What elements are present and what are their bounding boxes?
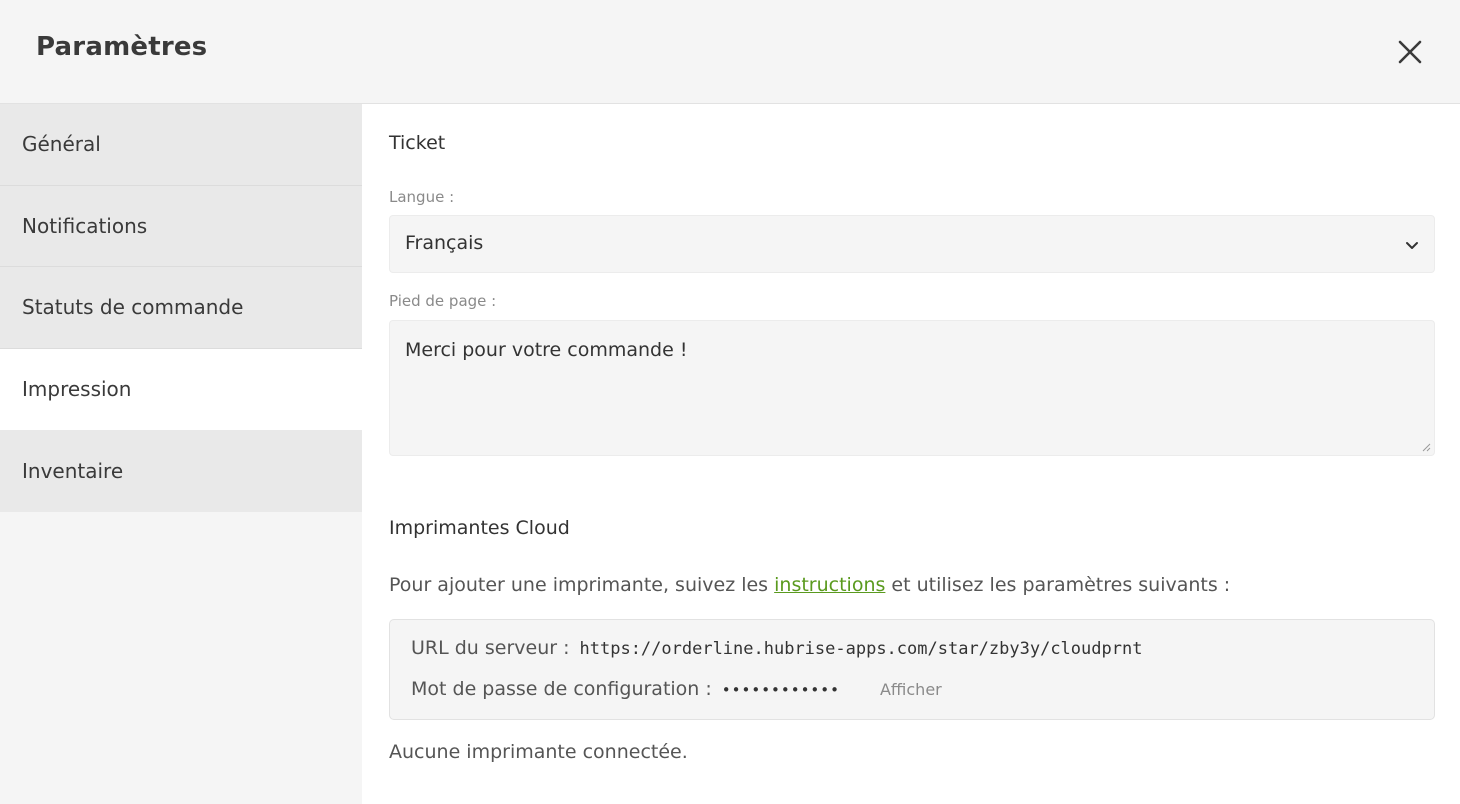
server-url-label: URL du serveur : — [411, 637, 570, 659]
sidebar-item-inventory[interactable]: Inventaire — [0, 430, 362, 512]
sidebar-item-general[interactable]: Général — [0, 104, 362, 186]
password-value: •••••••••••• — [721, 681, 840, 699]
instructions-text-before: Pour ajouter une imprimante, suivez les — [389, 574, 775, 596]
page-title: Paramètres — [36, 32, 208, 62]
printer-status-text: Aucune imprimante connectée. — [389, 741, 688, 763]
language-select[interactable]: Français — [389, 215, 1435, 273]
settings-sidebar: Général Notifications Statuts de command… — [0, 104, 362, 804]
sidebar-item-printing[interactable]: Impression — [0, 348, 362, 430]
sidebar-item-order-statuses[interactable]: Statuts de commande — [0, 267, 362, 349]
settings-header: Paramètres — [0, 0, 1460, 104]
cloud-instructions-text: Pour ajouter une imprimante, suivez les … — [389, 574, 1230, 596]
settings-content: Ticket Langue : Français Pied de page : … — [362, 104, 1460, 804]
resize-grip-icon[interactable] — [1421, 442, 1431, 452]
close-button[interactable] — [1388, 30, 1432, 74]
chevron-down-icon — [1406, 242, 1418, 249]
language-label: Langue : — [389, 188, 455, 206]
ticket-section-title: Ticket — [389, 132, 446, 154]
close-icon — [1398, 40, 1422, 64]
instructions-text-after: et utilisez les paramètres suivants : — [885, 574, 1231, 596]
show-password-button[interactable]: Afficher — [880, 680, 942, 699]
cloud-config-box: URL du serveur : https://orderline.hubri… — [389, 619, 1435, 720]
server-url-value: https://orderline.hubrise-apps.com/star/… — [579, 639, 1143, 659]
password-row: Mot de passe de configuration : ••••••••… — [411, 678, 942, 700]
instructions-link[interactable]: instructions — [774, 574, 885, 596]
footer-textarea-value: Merci pour votre commande ! — [405, 339, 688, 361]
language-select-value: Français — [405, 232, 484, 254]
sidebar-item-notifications[interactable]: Notifications — [0, 185, 362, 267]
footer-label: Pied de page : — [389, 292, 497, 310]
footer-textarea[interactable]: Merci pour votre commande ! — [389, 320, 1435, 456]
cloud-printers-section-title: Imprimantes Cloud — [389, 517, 570, 539]
password-label: Mot de passe de configuration : — [411, 678, 712, 700]
server-url-row: URL du serveur : https://orderline.hubri… — [411, 637, 1142, 659]
